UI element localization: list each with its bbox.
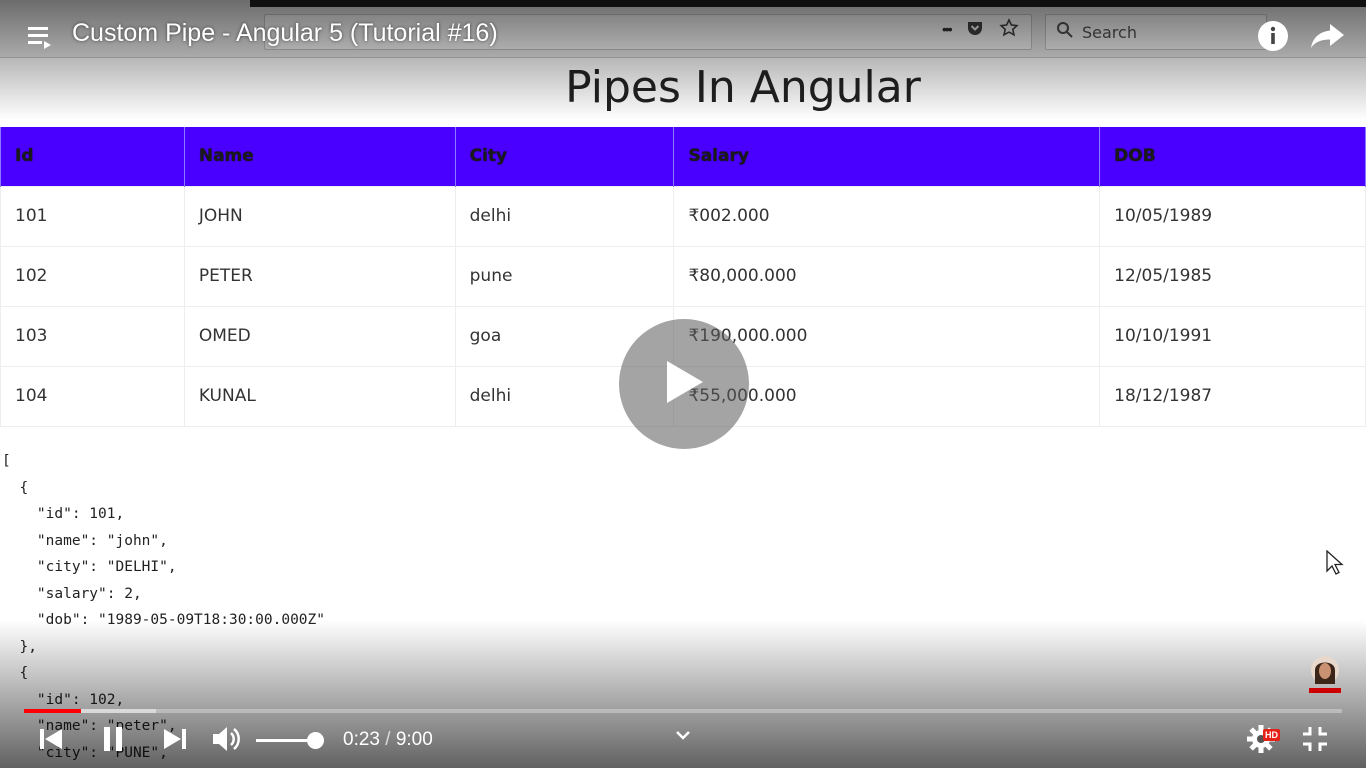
json-pipe-output: [ { "id": 101, "name": "john", "city": "… (2, 453, 326, 761)
table-header-row: Id Name City Salary DOB (0, 127, 1366, 186)
star-icon[interactable] (998, 18, 1019, 43)
page-actions-menu-button[interactable]: ••• (942, 18, 953, 43)
table-row: 102 PETER pune ₹80,000.000 12/05/1985 (0, 245, 1366, 307)
video-title[interactable]: Custom Pipe - Angular 5 (Tutorial #16) (72, 19, 498, 48)
table-row: 101 JOHN delhi ₹002.000 10/05/1989 (0, 185, 1366, 247)
current-time: 0:23 (343, 729, 380, 750)
cell-name: PETER (183, 245, 456, 307)
play-icon (661, 357, 707, 412)
page-title: Pipes In Angular (565, 62, 921, 113)
cell-city: pune (454, 245, 675, 307)
info-icon[interactable] (1257, 20, 1289, 52)
cell-dob: 18/12/1987 (1099, 365, 1366, 427)
playlist-icon[interactable] (26, 22, 58, 52)
exit-fullscreen-button[interactable] (1300, 726, 1330, 756)
column-header-name: Name (183, 127, 456, 186)
hd-badge: HD (1263, 729, 1280, 741)
previous-button[interactable] (36, 726, 66, 756)
column-header-dob: DOB (1099, 127, 1366, 186)
progress-played (24, 709, 81, 713)
pocket-icon[interactable] (965, 18, 985, 43)
cell-id: 104 (0, 365, 185, 427)
column-header-city: City (454, 127, 675, 186)
cell-name: KUNAL (183, 365, 456, 427)
column-header-salary: Salary (673, 127, 1101, 186)
cell-id: 103 (0, 305, 185, 367)
cursor-icon (1326, 549, 1344, 576)
volume-icon (211, 724, 243, 759)
cell-id: 101 (0, 185, 185, 247)
cell-city: delhi (454, 185, 675, 247)
time-separator: / (379, 729, 396, 750)
browser-tab-strip (250, 0, 1366, 7)
pause-icon (101, 726, 125, 757)
duration: 9:00 (395, 729, 433, 750)
search-icon (1056, 21, 1074, 44)
cell-salary: ₹80,000.000 (673, 245, 1101, 307)
cell-dob: 10/05/1989 (1099, 185, 1366, 247)
exit-fullscreen-icon (1302, 726, 1328, 757)
previous-icon (38, 727, 64, 756)
next-icon (162, 727, 188, 756)
mute-button[interactable] (210, 724, 244, 758)
pause-button[interactable] (98, 726, 128, 756)
cell-name: OMED (183, 305, 456, 367)
address-bar-actions: ••• (942, 18, 1019, 43)
cell-dob: 10/10/1991 (1099, 305, 1366, 367)
chevron-down-icon (675, 728, 691, 746)
cell-dob: 12/05/1985 (1099, 245, 1366, 307)
cell-name: JOHN (183, 185, 456, 247)
cell-id: 102 (0, 245, 185, 307)
progress-bar[interactable] (24, 709, 1342, 713)
cell-salary: ₹002.000 (673, 185, 1101, 247)
subscribe-avatar-icon[interactable] (1307, 654, 1343, 694)
chapters-toggle-button[interactable] (672, 726, 694, 748)
next-button[interactable] (160, 726, 190, 756)
large-play-button[interactable] (619, 319, 749, 449)
share-icon[interactable] (1310, 22, 1346, 50)
column-header-id: Id (0, 127, 185, 186)
time-display: 0:23 / 9:00 (343, 729, 433, 751)
browser-search-box[interactable]: Search (1045, 14, 1267, 50)
search-placeholder: Search (1082, 22, 1137, 42)
